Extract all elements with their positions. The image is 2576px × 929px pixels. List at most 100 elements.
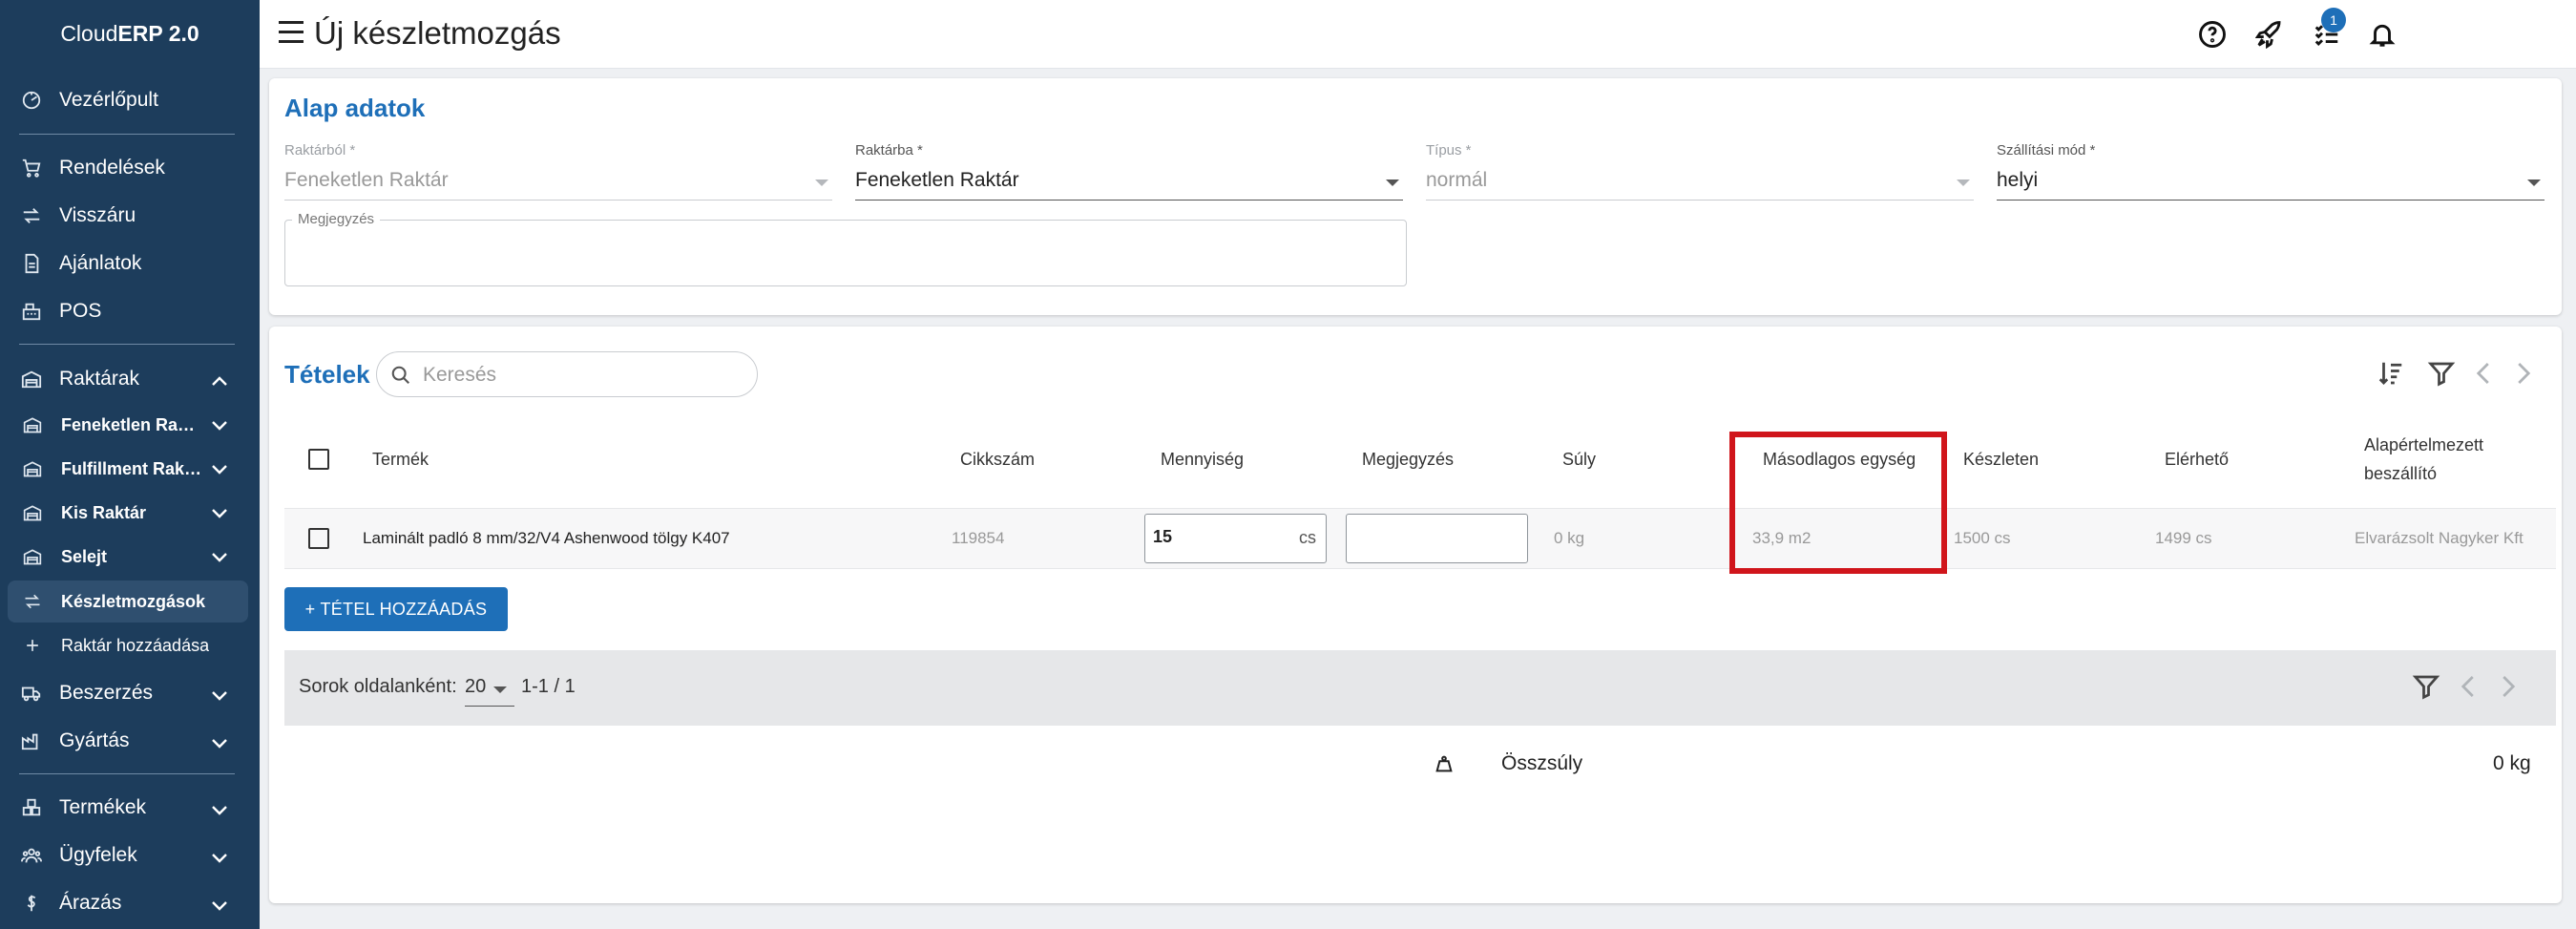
help-icon[interactable] <box>2193 15 2231 53</box>
column-header-available[interactable]: Elérhető <box>2165 450 2229 470</box>
sidebar-item-dashboard[interactable]: Vezérlőpult <box>0 81 260 119</box>
sidebar-item-orders[interactable]: Rendelések <box>0 149 260 187</box>
cash-register-icon <box>17 297 46 326</box>
chevron-down-icon <box>2527 179 2541 186</box>
sidebar-item-label: Beszerzés <box>59 682 154 704</box>
note-label: Megjegyzés <box>292 211 381 227</box>
sidebar-item-kis-raktar[interactable]: Kis Raktár <box>0 495 260 531</box>
sidebar-item-selejt[interactable]: Selejt <box>0 538 260 575</box>
total-weight-value: 0 kg <box>2493 752 2531 774</box>
weight-value: 0 kg <box>1554 529 1585 547</box>
filter-icon[interactable] <box>2409 669 2443 704</box>
sidebar-item-pos[interactable]: POS <box>0 292 260 330</box>
warehouse-icon <box>17 365 46 393</box>
sidebar-item-purchasing[interactable]: Beszerzés <box>0 674 260 712</box>
chevron-left-icon[interactable] <box>2467 356 2502 391</box>
chevron-down-icon <box>815 179 828 186</box>
column-header-in-stock[interactable]: Készleten <box>1963 450 2039 470</box>
chevron-down-icon <box>210 896 229 918</box>
sidebar-item-label: Vezérlőpult <box>59 89 158 111</box>
column-header-sku[interactable]: Cikkszám <box>960 450 1035 470</box>
add-item-button[interactable]: + TÉTEL HOZZÁADÁS <box>284 587 508 631</box>
sidebar-item-label: Raktárak <box>59 368 140 390</box>
search-box[interactable] <box>376 351 758 397</box>
sidebar-item-fulfillment-raktar[interactable]: Fulfillment Raktár <box>0 451 260 487</box>
brand-bold: ERP 2.0 <box>117 20 199 46</box>
row-note-input[interactable] <box>1346 514 1528 563</box>
chevron-down-icon <box>210 686 229 708</box>
sidebar-item-warehouses[interactable]: Raktárak <box>0 360 260 398</box>
column-header-supplier-line1[interactable]: Alapértelmezett <box>2364 435 2483 455</box>
app-logo[interactable]: Cloud ERP 2.0 <box>0 0 260 67</box>
sidebar-item-label: Fulfillment Raktár <box>61 458 204 478</box>
note-field[interactable] <box>284 220 1407 286</box>
rows-per-page-value: 20 <box>465 676 487 697</box>
chevron-up-icon <box>210 371 229 394</box>
sort-icon[interactable] <box>2374 356 2408 391</box>
chevron-down-icon <box>210 800 229 823</box>
divider <box>19 134 235 135</box>
sidebar-item-stock-movements[interactable]: Készletmozgások <box>8 581 248 623</box>
sidebar-item-quotes[interactable]: Ajánlatok <box>0 244 260 283</box>
row-checkbox[interactable] <box>308 528 329 549</box>
sidebar-item-add-warehouse[interactable]: Raktár hozzáadása <box>0 627 260 664</box>
sidebar-item-label: POS <box>59 300 102 322</box>
chevron-down-icon <box>210 733 229 756</box>
factory-icon <box>17 727 46 755</box>
chevron-down-icon <box>1957 179 1970 186</box>
to-warehouse-select[interactable]: Feneketlen Raktár <box>855 169 1019 192</box>
from-warehouse-value[interactable]: Feneketlen Raktár <box>284 169 449 192</box>
field-underline <box>855 200 1403 201</box>
sku-value: 119854 <box>952 529 1005 547</box>
column-header-weight[interactable]: Súly <box>1562 450 1596 470</box>
column-header-product[interactable]: Termék <box>372 450 429 470</box>
sidebar-item-label: Feneketlen Raktár <box>61 414 204 434</box>
sidebar-item-pricing[interactable]: Árazás <box>0 884 260 922</box>
sidebar-item-label: Raktár hozzáadása <box>61 635 210 655</box>
warehouse-icon <box>19 454 46 483</box>
column-header-quantity[interactable]: Mennyiség <box>1161 450 1244 470</box>
filter-icon[interactable] <box>2424 356 2459 391</box>
supplier-value: Elvarázsolt Nagyker Kft <box>2355 529 2524 547</box>
sidebar-item-returns[interactable]: Visszáru <box>0 197 260 235</box>
sidebar-item-customers[interactable]: Ügyfelek <box>0 836 260 875</box>
column-header-note[interactable]: Megjegyzés <box>1362 450 1454 470</box>
rows-per-page-label: Sorok oldalanként: <box>299 676 457 697</box>
quantity-value[interactable]: 15 <box>1153 527 1172 547</box>
page-title: Új készletmozgás <box>314 15 561 51</box>
highlight-box <box>1729 432 1947 574</box>
type-value[interactable]: normál <box>1426 169 1487 192</box>
to-warehouse-label: Raktárba * <box>855 142 923 158</box>
sidebar-item-label: Rendelések <box>59 157 165 179</box>
chevron-right-icon[interactable] <box>2490 669 2524 704</box>
menu-icon[interactable] <box>279 21 305 48</box>
field-underline <box>284 200 832 201</box>
table-footer <box>284 650 2556 726</box>
search-input[interactable] <box>423 362 738 389</box>
rows-per-page-select[interactable]: 20 <box>465 676 514 707</box>
product-name: Laminált padló 8 mm/32/V4 Ashenwood tölg… <box>363 529 730 547</box>
brand-prefix: Cloud <box>60 20 118 46</box>
chevron-right-icon[interactable] <box>2505 356 2540 391</box>
shipping-method-label: Szállítási mód * <box>1997 142 2096 158</box>
sidebar-item-label: Árazás <box>59 892 122 914</box>
top-bar: Új készletmozgás <box>260 0 2576 69</box>
chevron-down-icon <box>210 549 229 569</box>
rocket-icon[interactable] <box>2251 15 2289 53</box>
sidebar: Cloud ERP 2.0 Vezérlőpult Rendelések Viss… <box>0 0 260 929</box>
sidebar-item-label: Termékek <box>59 796 147 818</box>
sidebar-item-label: Visszáru <box>59 204 136 226</box>
column-header-supplier-line2[interactable]: beszállító <box>2364 464 2437 484</box>
sidebar-item-products[interactable]: Termékek <box>0 789 260 827</box>
sidebar-item-manufacturing[interactable]: Gyártás <box>0 722 260 760</box>
users-icon <box>17 841 46 870</box>
sidebar-item-label: Gyártás <box>59 729 130 751</box>
total-weight-label: Összsúly <box>1501 752 1583 774</box>
select-all-checkbox[interactable] <box>308 449 329 470</box>
truck-icon <box>17 679 46 707</box>
divider <box>19 344 235 345</box>
chevron-left-icon[interactable] <box>2452 669 2486 704</box>
sidebar-item-feneketlen-raktar[interactable]: Feneketlen Raktár <box>0 407 260 443</box>
shipping-method-select[interactable]: helyi <box>1997 169 2038 192</box>
bell-icon[interactable] <box>2363 15 2401 53</box>
